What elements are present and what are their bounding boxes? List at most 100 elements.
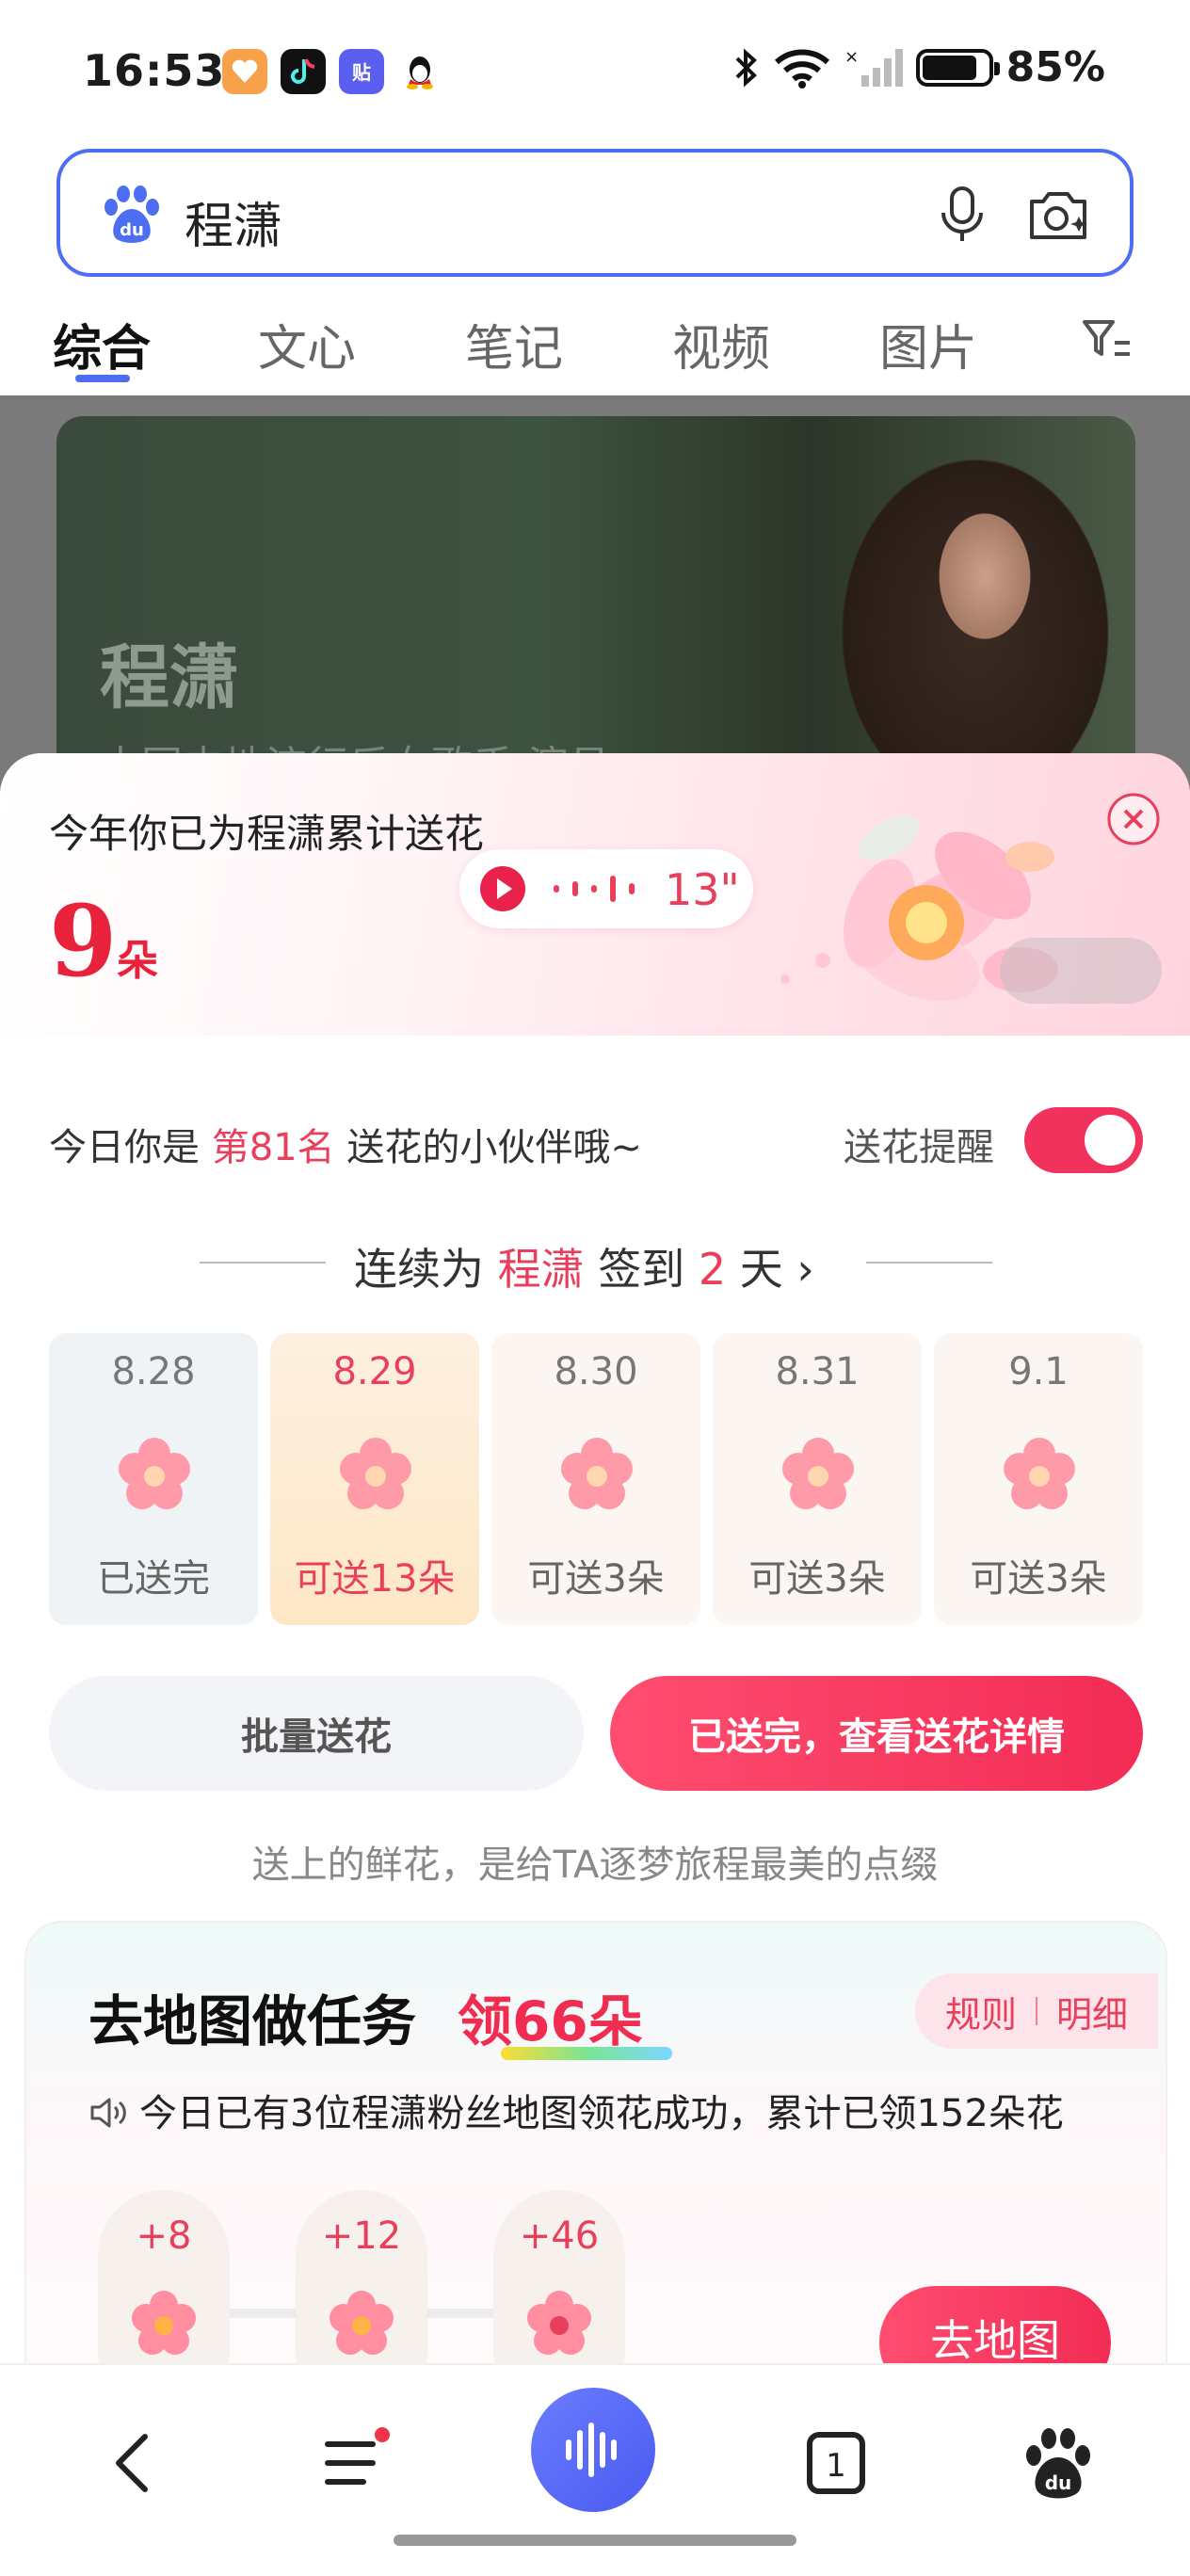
day-status: 可送13朵 [294,1557,456,1601]
audio-duration: 13" [665,864,740,915]
day-date: 9.1 [1008,1350,1069,1393]
flower-icon [527,2291,591,2355]
day-date: 8.30 [554,1350,638,1393]
flower-icon [782,1438,854,1509]
microphone-icon[interactable] [934,185,990,245]
bluetooth-icon [735,48,757,87]
baidu-home-icon[interactable]: du [1013,2418,1103,2508]
day-card[interactable]: 8.29 可送13朵 [270,1333,479,1625]
result-portrait-image [778,416,1135,793]
task-reward[interactable]: +46 [493,2190,625,2363]
tab-wenxin[interactable]: 文心 [258,309,356,379]
task-reward-value: +12 [321,2214,402,2258]
flower-sheet: 今年你已为程潇累计送花 9 朵 13" 今日你是 第81名 送花的小伙伴哦~ 送… [0,753,1190,2363]
home-indicator [394,2535,796,2546]
status-right: × 85% [732,43,1105,91]
blurred-badge [1000,938,1162,1004]
toggle-knob [1085,1115,1135,1166]
result-title: 程潇 [100,637,239,718]
day-card[interactable]: 9.1 可送3朵 [934,1333,1143,1625]
streak-prefix: 连续为 [354,1244,484,1295]
flower-icon [132,2291,196,2355]
streak-mid: 签到 [598,1244,685,1295]
streak-name: 程潇 [497,1244,585,1295]
close-icon[interactable] [1105,791,1162,847]
rank-suffix: 送花的小伙伴哦~ [346,1126,642,1169]
health-app-icon [222,49,267,94]
play-icon[interactable] [478,864,527,913]
streak-days: 2 [698,1244,727,1295]
streak-divider-right [866,1262,992,1264]
streak-suffix: 天 › [739,1244,814,1295]
map-task-bonus: 领66朵 [458,1989,643,2053]
result-card: 程潇 中国内地流行乐女歌手 演员 [56,416,1135,793]
tabs-count-icon[interactable]: 1 [791,2418,881,2508]
svg-text:du: du [1045,2471,1072,2494]
flower-count: 9 [49,883,118,999]
rank-value: 第81名 [211,1126,335,1169]
flower-sheet-body: 今日你是 第81名 送花的小伙伴哦~ 送花提醒 连续为 程潇 签到 2 天 › … [0,1036,1190,2363]
task-reward-value: +46 [519,2214,600,2258]
tab-videos[interactable]: 视频 [672,309,770,379]
flower-tagline: 送上的鲜花，是给TA逐梦旅程最美的点缀 [251,1843,939,1887]
task-reward[interactable]: +12 [296,2190,427,2363]
qq-app-icon [397,49,442,94]
streak-divider-left [200,1262,326,1264]
filter-icon[interactable] [1081,316,1134,363]
search-box[interactable]: du 程潇 [56,149,1134,277]
tieba-app-icon: 贴 [339,49,384,94]
camera-search-icon[interactable] [1024,185,1092,245]
daily-rank-line: 今日你是 第81名 送花的小伙伴哦~ [49,1117,642,1171]
bottom-navigation: 1 du [0,2363,1190,2576]
rules-details-tab: 规则 明细 [915,1973,1158,2049]
active-tab-indicator [75,375,130,382]
map-task-title: 去地图做任务 [88,1989,417,2053]
rules-link[interactable]: 规则 [945,1986,1017,2037]
day-status: 可送3朵 [527,1557,665,1601]
day-card[interactable]: 8.31 可送3朵 [713,1333,922,1625]
status-bar: 16:53 贴 × 85% [0,0,1190,141]
go-to-map-button[interactable]: 去地图 [879,2286,1111,2363]
voice-assistant-button[interactable] [531,2388,655,2512]
tab-all[interactable]: 综合 [53,309,151,379]
day-card[interactable]: 8.28 已送完 [49,1333,258,1625]
douyin-app-icon [281,49,326,94]
details-link[interactable]: 明细 [1056,1986,1128,2037]
day-card[interactable]: 8.30 可送3朵 [491,1333,700,1625]
yearly-flowers-caption: 今年你已为程潇累计送花 [49,811,485,857]
audio-waveform [554,872,635,906]
flower-icon [119,1438,190,1509]
batch-send-button[interactable]: 批量送花 [49,1676,584,1791]
search-input[interactable]: 程潇 [185,186,282,257]
map-notice-text: 今日已有3位程潇粉丝地图领花成功，累计已领152朵花 [139,2092,1064,2135]
streak-text[interactable]: 连续为 程潇 签到 2 天 › [354,1235,814,1297]
svg-text:贴: 贴 [352,61,371,84]
reminder-toggle[interactable] [1024,1107,1143,1173]
flower-icon [1004,1438,1075,1509]
map-notice: 今日已有3位程潇粉丝地图领花成功，累计已领152朵花 [88,2083,1064,2137]
day-status: 可送3朵 [748,1557,886,1601]
task-reward-value: +8 [136,2214,192,2258]
menu-icon[interactable] [311,2418,401,2508]
svg-text:1: 1 [826,2447,846,2485]
flower-count-unit: 朵 [117,937,158,985]
day-date: 8.28 [111,1350,196,1393]
task-reward[interactable]: +8 [98,2190,230,2363]
checkin-streak[interactable]: 连续为 程潇 签到 2 天 › [0,1230,1190,1295]
map-task-card: 去地图做任务 领66朵 规则 明细 今日已有3位程潇粉丝地图领花成功，累计已领1… [24,1921,1167,2363]
flower-icon [561,1438,633,1509]
battery-percentage: 85% [1005,43,1105,91]
flower-icon [340,1438,411,1509]
status-time: 16:53 [83,45,226,96]
voice-wave-icon [566,2423,617,2477]
voice-message-pill[interactable]: 13" [459,849,753,928]
tab-notes[interactable]: 笔记 [465,309,563,379]
search-tabs: 综合 文心 笔记 视频 图片 [0,299,1190,384]
svg-text:×: × [844,47,859,67]
view-details-button[interactable]: 已送完，查看送花详情 [610,1676,1143,1791]
tab-images[interactable]: 图片 [879,309,977,379]
back-arrow-icon[interactable] [90,2418,181,2508]
wifi-icon [774,49,829,89]
cellular-signal-icon: × [844,47,903,87]
search-header: du 程潇 综合 文心 笔记 视频 图片 [0,141,1190,395]
